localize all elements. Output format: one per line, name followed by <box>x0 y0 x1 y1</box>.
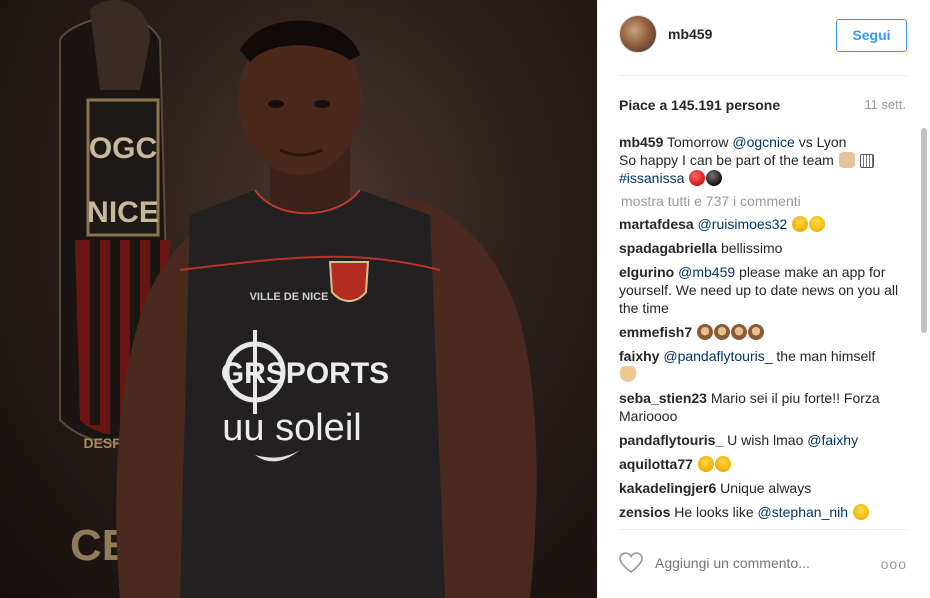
comment-username[interactable]: faixhy <box>619 348 659 364</box>
post-time[interactable]: 11 sett. <box>864 97 906 112</box>
heart-icon[interactable] <box>619 552 643 574</box>
add-comment-input[interactable] <box>655 555 875 571</box>
smirk-emoji-icon <box>852 504 869 520</box>
caption-text-post: vs Lyon <box>794 134 847 150</box>
comments-scrollbar[interactable] <box>921 128 927 333</box>
comment-mention[interactable]: @pandaflytouris_ <box>663 348 772 364</box>
player: VILLE DE NICE GRSPORTS uu soleil <box>116 20 537 598</box>
laughing-emoji-icon <box>714 456 731 472</box>
post-username[interactable]: mb459 <box>668 26 712 42</box>
caption-mention[interactable]: @ogcnice <box>732 134 794 150</box>
comment-item: seba_stien23 Mario sei il piu forte!! Fo… <box>619 389 908 425</box>
view-all-comments-link[interactable]: mostra tutti e 737 i commenti <box>621 193 908 209</box>
shirt-sponsor-text: GRSPORTS <box>221 357 389 390</box>
post-header: mb459 Segui <box>598 0 930 76</box>
crest-text-bottom: NICE <box>87 196 159 229</box>
monkey-emoji-icon <box>748 324 765 340</box>
likes-count[interactable]: Piace a 145.191 persone <box>619 97 780 113</box>
comment-username[interactable]: emmefish7 <box>619 324 692 340</box>
post-photo[interactable]: OGC NICE DESPI 1904 CENT VILLE <box>0 0 597 598</box>
flag-emoji-icon <box>859 154 874 168</box>
comment-mention[interactable]: @stephan_nih <box>758 504 849 520</box>
header-divider <box>619 75 908 76</box>
avatar[interactable] <box>619 15 657 53</box>
comment-item: kakadelingjer6 Unique always <box>619 479 908 497</box>
caption-line2: So happy I can be part of the team <box>619 152 838 168</box>
photo-illustration: OGC NICE DESPI 1904 CENT VILLE <box>59 0 537 598</box>
comment-username[interactable]: martafdesa <box>619 216 694 232</box>
comments-list: mb459 Tomorrow @ogcnice vs Lyon So happy… <box>619 133 908 529</box>
comment-mention[interactable]: @mb459 <box>678 264 735 280</box>
post-sidebar: mb459 Segui Piace a 145.191 persone 11 s… <box>597 0 930 598</box>
caption-hashtag[interactable]: #issanissa <box>619 170 684 186</box>
comment-username[interactable]: aquilotta77 <box>619 456 693 472</box>
follow-button[interactable]: Segui <box>836 19 907 52</box>
shirt-text: uu soleil <box>222 407 361 449</box>
caption-text-pre: Tomorrow <box>667 134 733 150</box>
comment-item: emmefish7 <box>619 323 908 341</box>
shirt-club-text: VILLE DE NICE <box>250 291 329 303</box>
comment-username[interactable]: pandaflytouris_ <box>619 432 723 448</box>
comment-item: martafdesa @ruisimoes32 <box>619 215 908 233</box>
comment-mention[interactable]: @faixhy <box>807 432 858 448</box>
red-circle-emoji-icon <box>689 170 706 186</box>
crest-text-top: OGC <box>89 132 157 165</box>
monkey-emoji-icon <box>697 324 714 340</box>
comment-username[interactable]: kakadelingjer6 <box>619 480 716 496</box>
monkey-emoji-icon <box>714 324 731 340</box>
comment-item: elgurino @mb459 please make an app for y… <box>619 263 908 317</box>
monkey-emoji-icon <box>731 324 748 340</box>
comment-text: Unique always <box>720 480 812 496</box>
comment-text: He looks like <box>674 504 758 520</box>
caption-username[interactable]: mb459 <box>619 134 663 150</box>
smirk-emoji-icon <box>809 216 826 232</box>
comment-item: zensios He looks like @stephan_nih <box>619 503 908 521</box>
comment-username[interactable]: zensios <box>619 504 670 520</box>
heart-eyes-emoji-icon <box>792 216 809 232</box>
comment-mention[interactable]: @ruisimoes32 <box>698 216 788 232</box>
comment-username[interactable]: seba_stien23 <box>619 390 707 406</box>
comment-item: faixhy @pandaflytouris_ the man himself <box>619 347 908 383</box>
comment-text: bellissimo <box>720 240 783 256</box>
instagram-post: OGC NICE DESPI 1904 CENT VILLE <box>0 0 930 598</box>
black-circle-emoji-icon <box>706 170 723 186</box>
comment-username[interactable]: spadagabriella <box>619 240 717 256</box>
comment-item: aquilotta77 <box>619 455 908 473</box>
comment-text: the man himself <box>772 348 876 364</box>
more-options-button[interactable]: ooo <box>881 556 907 572</box>
comment-username[interactable]: elgurino <box>619 264 674 280</box>
comment-item: spadagabriella bellissimo <box>619 239 908 257</box>
caption: mb459 Tomorrow @ogcnice vs Lyon So happy… <box>619 133 908 187</box>
comment-text: U wish lmao <box>727 432 808 448</box>
fist-emoji-icon <box>838 152 855 168</box>
ok-hand-emoji-icon <box>620 366 636 382</box>
post-footer: ooo <box>598 530 930 598</box>
laughing-emoji-icon <box>697 456 714 472</box>
comment-item: pandaflytouris_ U wish lmao @faixhy <box>619 431 908 449</box>
